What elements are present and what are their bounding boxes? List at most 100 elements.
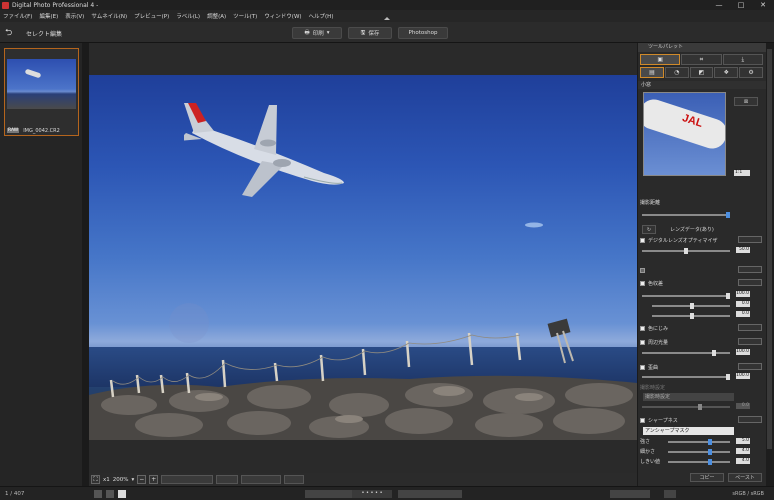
sharpness-checkbox[interactable] <box>640 418 645 423</box>
dlo-slider[interactable] <box>642 248 730 254</box>
disabled-reset <box>738 266 762 273</box>
app-icon <box>2 1 9 9</box>
aberration-checkbox[interactable] <box>640 281 645 286</box>
navigation-buttons[interactable] <box>398 490 462 498</box>
reset-icon[interactable]: ↻ <box>642 225 656 234</box>
title-bar: Digital Photo Professional 4 - — □ ✕ <box>0 0 774 10</box>
close-button[interactable]: ✕ <box>752 0 774 10</box>
disabled-slider <box>642 404 730 410</box>
menu-label[interactable]: ラベル(L) <box>176 12 200 20</box>
dlo-label: デジタルレンズオプティマイザ <box>648 238 718 244</box>
minimize-button[interactable]: — <box>708 0 730 10</box>
threshold-slider[interactable] <box>668 459 730 465</box>
menu-tools[interactable]: ツール(T) <box>233 12 257 20</box>
aberration-value-3[interactable]: 0.0 <box>736 311 750 317</box>
tab-basic-adjust[interactable]: ▣ <box>640 54 681 65</box>
back-icon[interactable]: ⮌ <box>5 28 15 38</box>
menu-bar: ファイル(F) 編集(E) 表示(V) サムネイル(N) プレビュー(P) ラベ… <box>0 10 774 22</box>
dlo-value[interactable]: 50.0 <box>736 247 750 253</box>
tab-color[interactable]: ❖ <box>714 67 739 78</box>
tab-tone[interactable]: ◔ <box>664 67 689 78</box>
aberration-slider-2[interactable] <box>652 303 730 309</box>
rating-stars[interactable]: • • • • • <box>352 490 392 498</box>
chevron-down-icon[interactable]: ▾ <box>132 477 135 483</box>
vignetting-checkbox[interactable] <box>640 340 645 345</box>
vignetting-label: 周辺光量 <box>648 340 669 346</box>
color-blur-reset[interactable] <box>738 324 762 331</box>
distance-slider[interactable] <box>642 212 730 218</box>
window-title: Digital Photo Professional 4 - <box>12 1 99 9</box>
copy-button[interactable]: コピー <box>690 473 724 482</box>
menu-window[interactable]: ウィンドウ(W) <box>264 12 301 20</box>
lens-data-label: レンズデータ(あり) <box>670 225 774 234</box>
chevron-down-icon: ▾ <box>326 30 330 36</box>
menu-preview[interactable]: プレビュー(P) <box>134 12 169 20</box>
sharpness-type-select[interactable]: アンシャープマスク <box>643 427 734 435</box>
vignetting-reset[interactable] <box>738 338 762 345</box>
print-button[interactable]: 🖶 印刷 ▾ <box>292 27 342 39</box>
list-view-icon[interactable] <box>106 490 114 498</box>
save-button[interactable]: 🖫 保存 <box>348 27 392 39</box>
menu-adjust[interactable]: 調整(A) <box>207 12 226 20</box>
distortion-reset[interactable] <box>738 363 762 370</box>
vignetting-value[interactable]: 100.0 <box>736 349 750 355</box>
tab-settings[interactable]: ⚙ <box>739 67 763 78</box>
display-mode-tools[interactable] <box>216 475 239 484</box>
compare-tools[interactable] <box>241 475 282 484</box>
filmstrip-splitter[interactable] <box>82 43 89 486</box>
distortion-checkbox[interactable] <box>640 365 645 370</box>
paste-button[interactable]: ペースト <box>728 473 762 482</box>
dlo-reset-button[interactable] <box>738 236 762 243</box>
grid-view-icon[interactable] <box>94 490 102 498</box>
tab-export[interactable]: ⤓ <box>722 54 763 65</box>
fit-screen-icon[interactable]: ⛶ <box>91 475 100 484</box>
view-toggle-buttons[interactable] <box>610 490 650 498</box>
color-blur-checkbox[interactable] <box>640 326 645 331</box>
sharpness-label: シャープネス <box>648 418 678 424</box>
aberration-slider-3[interactable] <box>652 313 730 319</box>
aberration-reset[interactable] <box>738 279 762 286</box>
distortion-mode-field: 撮影時設定 <box>643 393 734 401</box>
fineness-slider[interactable] <box>668 449 730 455</box>
collapse-toolbar-icon[interactable] <box>384 17 390 20</box>
vignetting-slider[interactable] <box>642 350 730 356</box>
tab-curve[interactable]: ◩ <box>689 67 714 78</box>
zoom-level-select[interactable]: 200% <box>113 477 129 483</box>
aberration-value-2[interactable]: 0.0 <box>736 301 750 307</box>
menu-view[interactable]: 表示(V) <box>65 12 84 20</box>
zoom-in-icon[interactable]: + <box>149 475 159 484</box>
strength-value[interactable]: 5.0 <box>736 438 750 444</box>
sharpness-reset[interactable] <box>738 416 762 423</box>
filmstrip-panel: RAW IMG_0042.CR2 <box>0 43 82 486</box>
menu-file[interactable]: ファイル(F) <box>3 12 32 20</box>
maximize-button[interactable]: □ <box>730 0 752 10</box>
fineness-value[interactable]: 4.0 <box>736 448 750 454</box>
image-viewer[interactable] <box>89 43 637 473</box>
menu-help[interactable]: ヘルプ(H) <box>309 12 334 20</box>
strength-slider[interactable] <box>668 439 730 445</box>
camera-icon[interactable] <box>664 490 676 498</box>
dlo-checkbox[interactable] <box>640 238 645 243</box>
navigator-thumbnail[interactable]: JAL <box>643 92 726 176</box>
threshold-value[interactable]: 4.0 <box>736 458 750 464</box>
thumbnail-card[interactable]: RAW IMG_0042.CR2 <box>4 48 79 136</box>
zoom-multiplier[interactable]: x1 <box>103 477 110 483</box>
distortion-slider[interactable] <box>642 374 730 380</box>
palette-scrollbar[interactable] <box>766 43 774 486</box>
zoom-out-icon[interactable]: − <box>137 475 147 484</box>
zoom-fit-button[interactable]: ⊠ <box>734 97 758 106</box>
menu-thumbnail[interactable]: サムネイル(N) <box>91 12 127 20</box>
nav-zoom-select[interactable]: 1:1 <box>734 170 750 176</box>
photoshop-button[interactable]: Photoshop <box>398 27 448 39</box>
single-view-icon[interactable] <box>118 490 126 498</box>
af-point-tools[interactable] <box>284 475 305 484</box>
tab-crop[interactable]: ⌗ <box>681 54 722 65</box>
aberration-slider-1[interactable] <box>642 293 730 299</box>
rotate-tools[interactable] <box>161 475 214 484</box>
tab-lens[interactable]: ▤ <box>640 67 664 78</box>
fineness-label: 細かさ <box>640 449 656 455</box>
menu-edit[interactable]: 編集(E) <box>39 12 58 20</box>
scroll-thumb[interactable] <box>767 49 772 449</box>
distortion-value[interactable]: 100.0 <box>736 373 750 379</box>
aberration-value-1[interactable]: 100.0 <box>736 291 750 297</box>
